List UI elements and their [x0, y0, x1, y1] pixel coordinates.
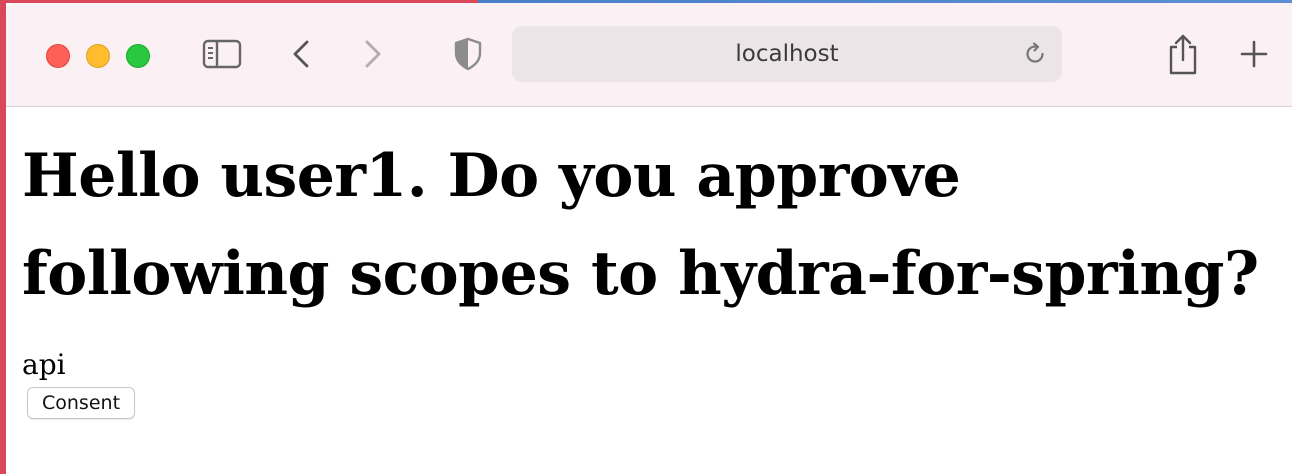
sidebar-toggle-button[interactable] — [200, 36, 244, 72]
scope-item: api — [22, 348, 66, 381]
sidebar-icon — [202, 39, 242, 69]
back-icon — [293, 40, 309, 68]
forward-button[interactable] — [358, 36, 388, 72]
new-tab-button[interactable] — [1236, 36, 1272, 72]
privacy-report-button[interactable] — [450, 35, 486, 73]
page-heading: Hello user1. Do you approve following sc… — [22, 141, 1259, 309]
close-window-button[interactable] — [46, 44, 70, 68]
forward-icon — [365, 40, 381, 68]
zoom-window-button[interactable] — [126, 44, 150, 68]
minimize-window-button[interactable] — [86, 44, 110, 68]
browser-window: localhost Hello user1. Do you approve fo… — [0, 0, 1292, 474]
reload-icon[interactable] — [1022, 41, 1048, 67]
share-button[interactable] — [1164, 31, 1202, 77]
share-icon — [1169, 34, 1197, 75]
shield-icon — [454, 37, 482, 71]
address-text: localhost — [735, 41, 839, 67]
address-bar[interactable]: localhost — [512, 26, 1062, 82]
browser-toolbar: localhost — [6, 3, 1292, 107]
page-content: Hello user1. Do you approve following sc… — [22, 107, 1282, 419]
plus-icon — [1240, 40, 1268, 68]
consent-button[interactable]: Consent — [27, 387, 136, 419]
back-button[interactable] — [286, 36, 316, 72]
